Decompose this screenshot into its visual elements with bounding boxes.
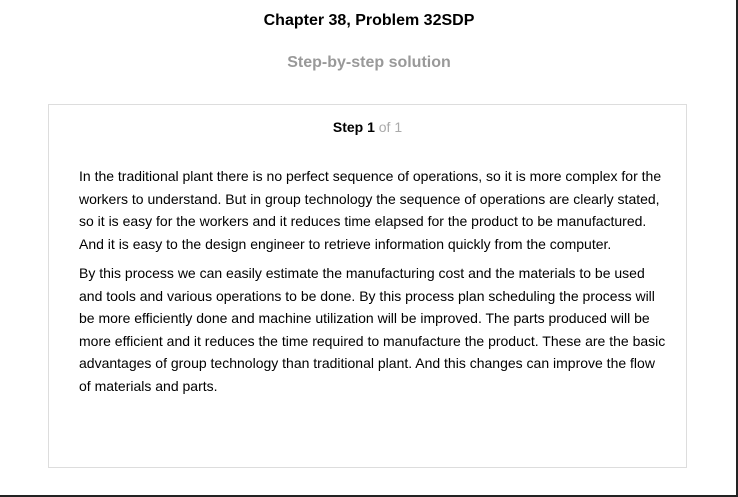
chapter-title: Chapter 38, Problem 32SDP — [263, 12, 475, 29]
step-total-label: of 1 — [374, 119, 403, 135]
solution-heading: Step-by-step solution — [287, 54, 451, 71]
step-indicator: Step 1 of 1 — [49, 118, 686, 136]
step-card: Step 1 of 1 In the traditional plant the… — [48, 104, 687, 468]
step-paragraph-1: In the traditional plant there is no per… — [79, 168, 662, 252]
step-paragraph-2: By this process we can easily estimate t… — [79, 265, 666, 394]
step-body: In the traditional plant there is no per… — [79, 165, 667, 404]
step-number-label: Step 1 — [332, 119, 375, 135]
